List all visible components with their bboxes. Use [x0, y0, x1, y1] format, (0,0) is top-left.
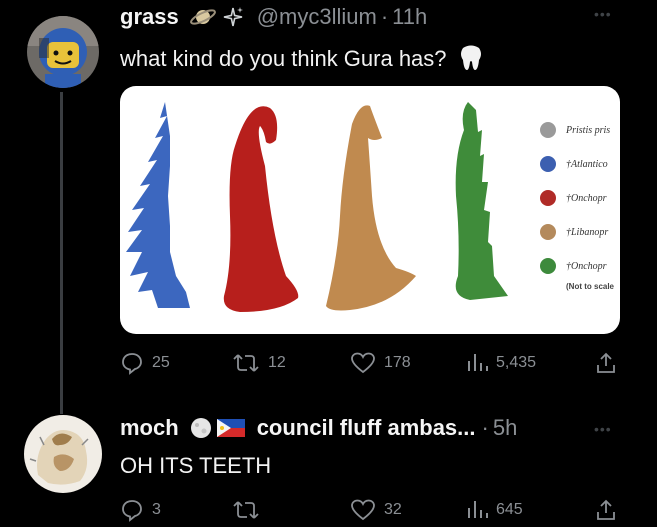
- tooth-red: [223, 106, 299, 312]
- reply-icon: [122, 353, 142, 375]
- legend-item: †Libanopr: [540, 224, 608, 240]
- fluffy-avatar-image: [24, 415, 102, 493]
- reply-button[interactable]: 3: [120, 495, 161, 525]
- reply-count: 25: [152, 354, 170, 371]
- heart-icon: [351, 499, 375, 521]
- views-button[interactable]: 5,435: [466, 348, 536, 378]
- share-icon: [597, 499, 615, 520]
- views-count: 645: [496, 501, 523, 518]
- tweet-1[interactable]: grass @myc3llium · 11h ••• what kind do …: [0, 0, 657, 395]
- tweet-2[interactable]: moch council fluff ambas... · 5h ••• OH …: [0, 395, 657, 527]
- legend-swatch: [540, 190, 556, 206]
- tweet-header: grass @myc3llium · 11h: [120, 4, 427, 30]
- retweet-button[interactable]: 12: [232, 348, 286, 378]
- share-icon: [597, 352, 615, 373]
- retweet-icon: [233, 501, 259, 519]
- avatar[interactable]: [27, 16, 99, 88]
- tweet-actions: 25 12 178 5,435: [0, 348, 657, 378]
- reply-count: 3: [152, 501, 161, 518]
- tooth-green: [455, 102, 508, 300]
- tweet-actions: 3 32 645: [0, 495, 657, 525]
- tooth-tan: [326, 105, 416, 311]
- display-name-suffix[interactable]: council fluff ambas...: [257, 415, 476, 441]
- legend-label: †Libanopr: [566, 226, 609, 238]
- author-emoji-icons: [189, 5, 245, 29]
- share-button[interactable]: [594, 495, 618, 525]
- legend-swatch: [540, 122, 556, 138]
- author-badges: [189, 416, 245, 440]
- moon-emoji-icon: [190, 418, 211, 438]
- like-count: 178: [384, 354, 411, 371]
- separator-dot: ·: [481, 415, 489, 440]
- like-button[interactable]: 32: [350, 495, 402, 525]
- author-handle[interactable]: @myc3llium: [257, 4, 377, 30]
- legend-item: †Atlantico: [540, 156, 608, 172]
- separator-dot: ·: [380, 4, 389, 29]
- tooth-emoji-icon: [460, 45, 481, 70]
- heart-icon: [351, 352, 375, 374]
- retweet-count: 12: [268, 354, 286, 371]
- author-name[interactable]: grass: [120, 4, 179, 30]
- ringed-planet-icon: [189, 9, 216, 25]
- more-icon[interactable]: •••: [594, 421, 612, 437]
- legend-swatch: [540, 224, 556, 240]
- author-name[interactable]: moch: [120, 415, 179, 441]
- views-icon: [468, 501, 488, 518]
- legend-swatch: [540, 156, 556, 172]
- tweet-header: moch council fluff ambas... · 5h: [120, 415, 517, 441]
- share-button[interactable]: [594, 348, 618, 378]
- tweet-text: what kind do you think Gura has?: [120, 44, 483, 72]
- legend-swatch: [540, 258, 556, 274]
- like-count: 32: [384, 501, 402, 518]
- legend-label: Pristis pris: [566, 124, 611, 136]
- legend-label: †Atlantico: [566, 158, 608, 170]
- media-image-card[interactable]: Pristis pris †Atlantico †Onchopr †Libano…: [120, 86, 620, 334]
- views-count: 5,435: [496, 354, 537, 371]
- views-button[interactable]: 645: [466, 495, 523, 525]
- legend-label: †Onchopr: [566, 192, 607, 204]
- scale-note: (Not to scale: [566, 282, 615, 291]
- reply-icon: [122, 500, 142, 522]
- timestamp[interactable]: 5h: [493, 415, 517, 441]
- retweet-icon: [233, 354, 259, 372]
- more-icon[interactable]: •••: [594, 6, 612, 22]
- tweet-text-content: what kind do you think Gura has?: [120, 46, 447, 71]
- legend-item: Pristis pris: [540, 122, 610, 138]
- legend-item: †Onchopr: [540, 258, 607, 274]
- sparkles-icon: [223, 7, 243, 27]
- retweet-button[interactable]: [232, 495, 268, 525]
- tweet-text: OH ITS TEETH: [120, 453, 272, 478]
- views-icon: [468, 354, 488, 371]
- legend-item: †Onchopr: [540, 190, 607, 206]
- philippines-flag-icon: [216, 419, 245, 437]
- avatar[interactable]: [24, 415, 102, 493]
- legend-label: †Onchopr: [566, 260, 607, 272]
- lego-astronaut-avatar-image: [27, 16, 99, 88]
- tooth-blue: [126, 102, 190, 308]
- reply-button[interactable]: 25: [120, 348, 170, 378]
- like-button[interactable]: 178: [350, 348, 411, 378]
- timestamp[interactable]: 11h: [392, 4, 427, 30]
